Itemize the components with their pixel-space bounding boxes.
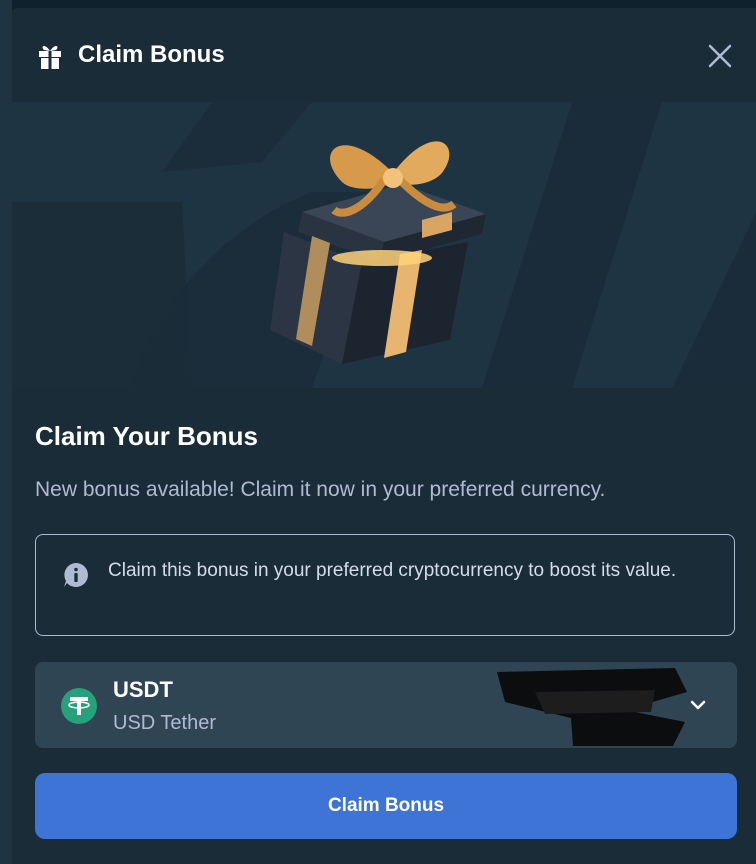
currency-select[interactable]: USDT USD Tether [35, 662, 737, 748]
notice-text: Claim this bonus in your preferred crypt… [108, 560, 677, 581]
currency-code: USDT [113, 677, 173, 702]
gift-icon [39, 45, 61, 69]
chevron-down-icon [690, 700, 706, 710]
section-heading: Claim Your Bonus [35, 421, 258, 451]
claim-bonus-button[interactable]: Claim Bonus [35, 773, 737, 839]
claim-bonus-modal: Claim Bonus Claim Your Bonus New bonus a… [12, 8, 756, 864]
info-icon [64, 563, 88, 587]
modal-content: Claim Your Bonus New bonus available! Cl… [12, 388, 756, 864]
hero-banner [12, 102, 756, 388]
tether-icon [61, 688, 97, 724]
currency-name: USD Tether [113, 712, 217, 734]
info-notice: Claim this bonus in your preferred crypt… [35, 534, 735, 636]
section-subtext: New bonus available! Claim it now in you… [35, 478, 606, 501]
background-strip [0, 0, 12, 864]
modal-title: Claim Bonus [78, 41, 225, 68]
gift-box-illustration [12, 102, 756, 388]
redacted-balance [497, 668, 687, 746]
modal-header: Claim Bonus [12, 8, 756, 102]
close-icon[interactable] [704, 40, 736, 72]
